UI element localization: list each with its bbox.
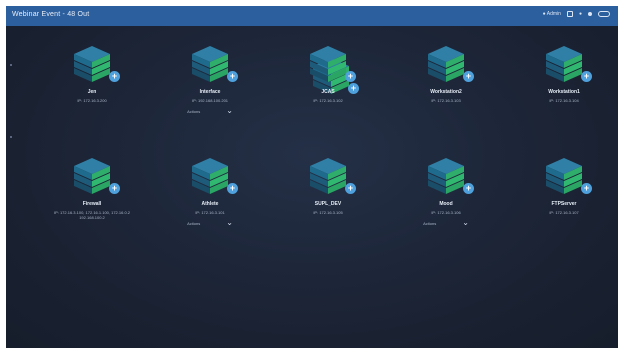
host-name: Interface	[199, 89, 221, 95]
host-name: Firewall	[82, 201, 102, 207]
chevron-down-icon[interactable]: ⌄	[226, 107, 233, 115]
add-icon[interactable]: +	[227, 183, 238, 194]
server-stack-icon: +	[190, 44, 238, 84]
host-node[interactable]: + Athlete IP: 172.16.3.101 Actions ⌄	[151, 156, 269, 227]
host-node[interactable]: + Interface IP: 192.168.100.201 Actions ⌄	[151, 44, 269, 115]
status-text[interactable]: ● Admin	[543, 11, 561, 17]
server-stack-icon: +	[308, 156, 356, 196]
server-stack-icon: +	[308, 44, 356, 84]
user-icon[interactable]	[588, 12, 592, 16]
server-stack-icon: +	[544, 156, 592, 196]
host-name: Workstation2	[430, 89, 462, 95]
host-node[interactable]: + Workstation1 IP: 172.16.3.104	[505, 44, 618, 103]
server-stack-icon: +	[190, 156, 238, 196]
add-icon[interactable]: +	[345, 183, 356, 194]
user-menu[interactable]: ●	[579, 11, 582, 17]
add-icon[interactable]: +	[109, 183, 120, 194]
add-icon[interactable]: +	[463, 183, 474, 194]
host-actions-dropdown[interactable]: Actions ⌄	[151, 107, 269, 115]
host-ip: IP: 172.16.3.104	[549, 98, 579, 103]
host-name: SUPL_DEV	[314, 201, 342, 207]
host-name: Jen	[87, 89, 97, 95]
host-name: FTPServer	[551, 201, 577, 207]
add-icon[interactable]: +	[581, 183, 592, 194]
server-stack-icon: +	[72, 156, 120, 196]
host-ip: IP: 172.16.3.103	[431, 98, 461, 103]
fullscreen-toggle-icon[interactable]	[598, 11, 610, 17]
canvas-edge-mark	[10, 64, 12, 66]
host-node[interactable]: + FTPServer IP: 172.16.3.107	[505, 156, 618, 215]
add-icon[interactable]: +	[581, 71, 592, 82]
add-icon[interactable]: +	[463, 71, 474, 82]
canvas-edge-mark	[10, 136, 12, 138]
host-ip: IP: 172.16.3.200	[77, 98, 107, 103]
host-ip: IP: 192.168.100.201	[191, 98, 229, 103]
host-node[interactable]: + Firewall IP: 172.16.3.100, 172.16.1.100,…	[33, 156, 151, 220]
host-name: Mood	[439, 201, 453, 207]
actions-label: Actions	[423, 220, 437, 226]
host-ip-secondary: 192.168.100.2	[79, 215, 105, 220]
host-actions-dropdown[interactable]: Actions ⌄	[387, 219, 505, 227]
host-ip: IP: 172.16.3.101	[195, 210, 225, 215]
host-name: Athlete	[201, 201, 219, 207]
server-stack-icon: +	[426, 44, 474, 84]
host-ip: IP: 172.16.3.102	[313, 98, 343, 103]
topology-canvas[interactable]: + + Jen IP: 172.16.3.200 + Interface IP: 192.…	[6, 26, 618, 348]
chevron-down-icon[interactable]: ⌄	[226, 219, 233, 227]
host-node[interactable]: + Mood IP: 172.16.3.106 Actions ⌄	[387, 156, 505, 227]
title-bar: Webinar Event - 48 Out ● Admin ●	[6, 6, 618, 26]
host-node[interactable]: + Workstation2 IP: 172.16.3.103	[387, 44, 505, 103]
chevron-down-icon[interactable]: ⌄	[462, 219, 469, 227]
host-node[interactable]: + JCAS IP: 172.16.3.102	[269, 44, 387, 103]
host-ip: IP: 172.16.3.105	[313, 210, 343, 215]
add-icon[interactable]: +	[345, 71, 356, 82]
add-icon[interactable]: +	[109, 71, 120, 82]
server-stack-icon: +	[544, 44, 592, 84]
host-name: JCAS	[321, 89, 335, 95]
host-ip: IP: 172.16.3.107	[549, 210, 579, 215]
host-node[interactable]: + Jen IP: 172.16.3.200	[33, 44, 151, 103]
actions-label: Actions	[187, 108, 201, 114]
host-name: Workstation1	[548, 89, 580, 95]
app-window: Webinar Event - 48 Out ● Admin ● + + Jen…	[6, 6, 618, 348]
add-icon[interactable]: +	[227, 71, 238, 82]
server-stack-icon: +	[72, 44, 120, 84]
window-title: Webinar Event - 48 Out	[12, 11, 90, 18]
host-ip: IP: 172.16.3.106	[431, 210, 461, 215]
host-actions-dropdown[interactable]: Actions ⌄	[151, 219, 269, 227]
host-node[interactable]: + SUPL_DEV IP: 172.16.3.105	[269, 156, 387, 215]
toolbar-right: ● Admin ●	[543, 11, 610, 17]
server-stack-icon: +	[426, 156, 474, 196]
actions-label: Actions	[187, 220, 201, 226]
search-icon[interactable]	[566, 11, 573, 17]
